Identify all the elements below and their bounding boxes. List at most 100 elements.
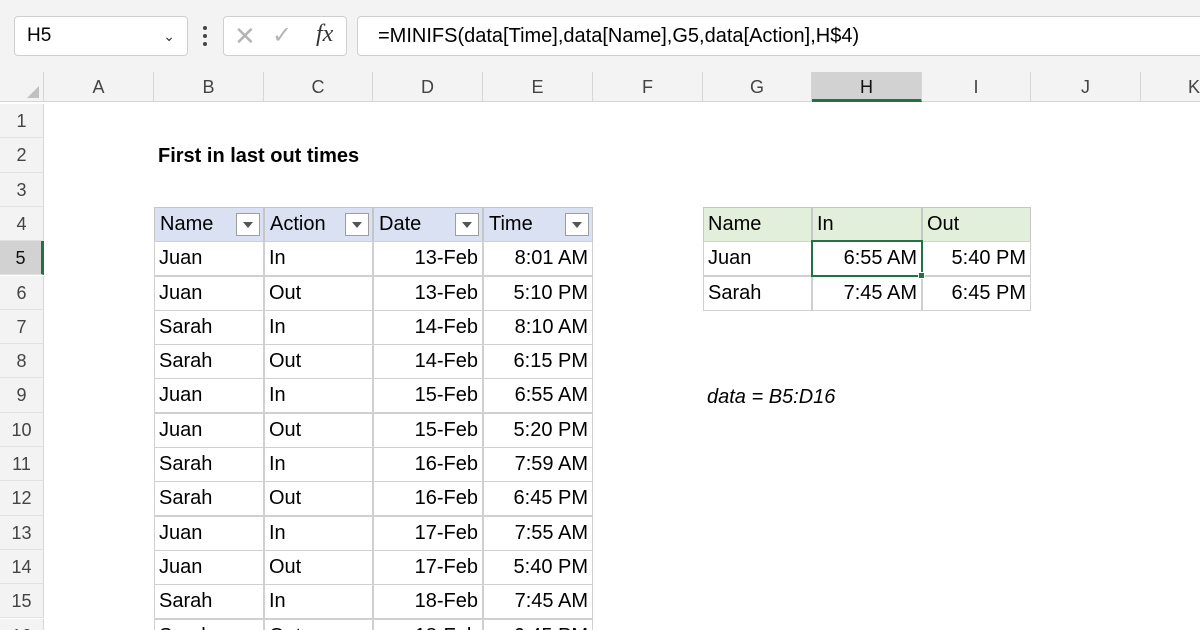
column-header-k[interactable]: K: [1141, 72, 1200, 102]
named-range-note[interactable]: data = B5:D16: [707, 386, 835, 409]
row-header-2[interactable]: 2: [0, 138, 44, 173]
row-header-9[interactable]: 9: [0, 378, 44, 413]
summary-header-in[interactable]: In: [812, 207, 922, 242]
row-header-8[interactable]: 8: [0, 344, 44, 379]
table-cell-action[interactable]: Out: [264, 481, 373, 517]
table-cell-date[interactable]: 18-Feb: [373, 584, 483, 620]
row-header-3[interactable]: 3: [0, 172, 44, 207]
column-header-e[interactable]: E: [483, 72, 593, 102]
column-header-g[interactable]: G: [703, 72, 812, 102]
table-cell-name[interactable]: Juan: [154, 515, 264, 551]
table-cell-action[interactable]: In: [264, 309, 373, 345]
table-cell-time[interactable]: 5:10 PM: [483, 275, 593, 311]
table-cell-date[interactable]: 16-Feb: [373, 447, 483, 482]
column-header-f[interactable]: F: [593, 72, 703, 102]
row-header-13[interactable]: 13: [0, 515, 44, 550]
row-header-10[interactable]: 10: [0, 412, 44, 447]
table-cell-time[interactable]: 6:45 PM: [483, 618, 593, 630]
table-cell-time[interactable]: 6:45 PM: [483, 481, 593, 517]
summary-cell-out[interactable]: 5:40 PM: [922, 241, 1031, 276]
more-options-icon[interactable]: [196, 18, 214, 54]
row-header-5[interactable]: 5: [0, 241, 44, 276]
select-all-button[interactable]: [0, 72, 44, 102]
table-cell-date[interactable]: 17-Feb: [373, 549, 483, 585]
table-cell-date[interactable]: 14-Feb: [373, 344, 483, 380]
table-cell-name[interactable]: Juan: [154, 549, 264, 585]
column-header-a[interactable]: A: [44, 72, 154, 102]
table-cell-date[interactable]: 13-Feb: [373, 275, 483, 311]
row-header-7[interactable]: 7: [0, 309, 44, 345]
formula-input[interactable]: =MINIFS(data[Time],data[Name],G5,data[Ac…: [357, 16, 1200, 56]
column-header-h[interactable]: H: [812, 72, 922, 102]
summary-header-name[interactable]: Name: [703, 207, 812, 242]
table-cell-date[interactable]: 18-Feb: [373, 618, 483, 630]
table-cell-time[interactable]: 6:15 PM: [483, 344, 593, 380]
table-header-name[interactable]: Name: [154, 207, 264, 242]
summary-cell-in[interactable]: 7:45 AM: [812, 275, 922, 311]
row-header-16[interactable]: 16: [0, 618, 44, 630]
column-header-b[interactable]: B: [154, 72, 264, 102]
table-cell-action[interactable]: Out: [264, 275, 373, 311]
row-header-14[interactable]: 14: [0, 549, 44, 585]
table-cell-name[interactable]: Sarah: [154, 584, 264, 620]
table-cell-name[interactable]: Juan: [154, 241, 264, 276]
table-cell-name[interactable]: Juan: [154, 412, 264, 448]
table-cell-date[interactable]: 14-Feb: [373, 309, 483, 345]
table-cell-action[interactable]: In: [264, 515, 373, 551]
table-cell-name[interactable]: Juan: [154, 275, 264, 311]
insert-function-icon[interactable]: fx: [316, 21, 333, 48]
table-cell-time[interactable]: 5:20 PM: [483, 412, 593, 448]
table-cell-action[interactable]: In: [264, 447, 373, 482]
table-header-action[interactable]: Action: [264, 207, 373, 242]
table-cell-time[interactable]: 5:40 PM: [483, 549, 593, 585]
enter-icon[interactable]: ✓: [272, 23, 292, 49]
column-header-j[interactable]: J: [1031, 72, 1141, 102]
cancel-icon[interactable]: ✕: [234, 23, 256, 49]
sheet-title[interactable]: First in last out times: [158, 145, 359, 168]
table-header-date[interactable]: Date: [373, 207, 483, 242]
table-cell-time[interactable]: 8:10 AM: [483, 309, 593, 345]
row-header-4[interactable]: 4: [0, 206, 44, 242]
table-cell-time[interactable]: 7:55 AM: [483, 515, 593, 551]
row-header-15[interactable]: 15: [0, 584, 44, 619]
filter-dropdown-icon[interactable]: [565, 213, 589, 236]
table-cell-time[interactable]: 8:01 AM: [483, 241, 593, 276]
table-cell-name[interactable]: Sarah: [154, 447, 264, 482]
row-header-6[interactable]: 6: [0, 275, 44, 310]
table-cell-date[interactable]: 15-Feb: [373, 378, 483, 414]
table-cell-name[interactable]: Juan: [154, 378, 264, 414]
table-cell-action[interactable]: Out: [264, 618, 373, 630]
column-header-i[interactable]: I: [922, 72, 1031, 102]
table-cell-action[interactable]: In: [264, 378, 373, 414]
table-cell-action[interactable]: Out: [264, 344, 373, 380]
filter-dropdown-icon[interactable]: [345, 213, 369, 236]
table-cell-date[interactable]: 17-Feb: [373, 515, 483, 551]
table-cell-time[interactable]: 7:45 AM: [483, 584, 593, 620]
table-header-time[interactable]: Time: [483, 207, 593, 242]
row-header-12[interactable]: 12: [0, 481, 44, 516]
table-cell-name[interactable]: Sarah: [154, 481, 264, 517]
table-cell-action[interactable]: In: [264, 584, 373, 620]
filter-dropdown-icon[interactable]: [455, 213, 479, 236]
column-header-c[interactable]: C: [264, 72, 373, 102]
table-cell-date[interactable]: 13-Feb: [373, 241, 483, 276]
row-header-1[interactable]: 1: [0, 104, 44, 139]
filter-dropdown-icon[interactable]: [236, 213, 260, 236]
summary-cell-out[interactable]: 6:45 PM: [922, 275, 1031, 311]
table-cell-action[interactable]: Out: [264, 549, 373, 585]
table-cell-action[interactable]: In: [264, 241, 373, 276]
table-cell-name[interactable]: Sarah: [154, 309, 264, 345]
column-header-d[interactable]: D: [373, 72, 483, 102]
table-cell-time[interactable]: 7:59 AM: [483, 447, 593, 482]
table-cell-name[interactable]: Sarah: [154, 618, 264, 630]
table-cell-name[interactable]: Sarah: [154, 344, 264, 380]
summary-header-out[interactable]: Out: [922, 207, 1031, 242]
name-box[interactable]: H5 ⌄: [14, 16, 188, 56]
chevron-down-icon[interactable]: ⌄: [163, 17, 175, 55]
row-header-11[interactable]: 11: [0, 447, 44, 482]
table-cell-date[interactable]: 15-Feb: [373, 412, 483, 448]
summary-cell-name[interactable]: Juan: [703, 241, 812, 276]
table-cell-time[interactable]: 6:55 AM: [483, 378, 593, 414]
table-cell-action[interactable]: Out: [264, 412, 373, 448]
fill-handle[interactable]: [918, 272, 925, 279]
